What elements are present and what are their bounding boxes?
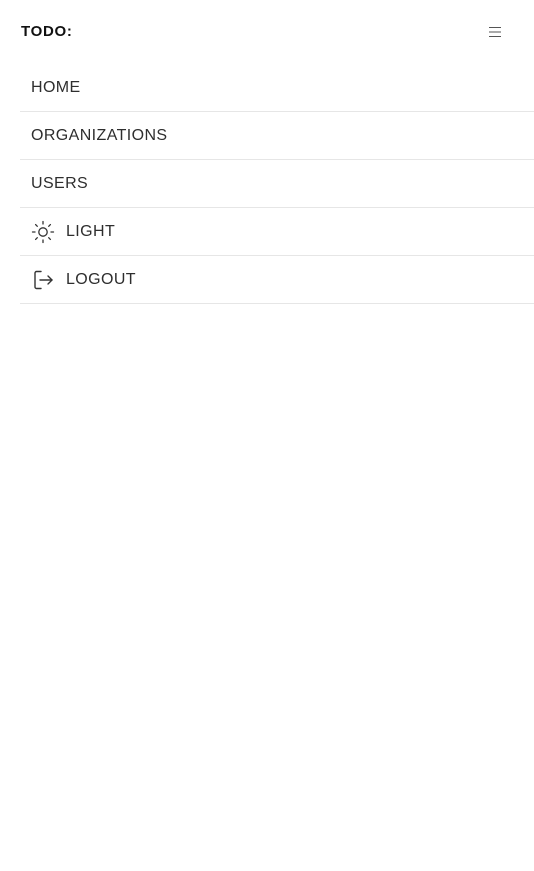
hamburger-menu-icon[interactable]	[485, 24, 505, 40]
brand-title[interactable]: TODO:	[21, 23, 73, 41]
nav-item-label: LOGOUT	[66, 270, 136, 288]
nav-item-label: HOME	[31, 78, 81, 96]
sun-icon	[31, 220, 55, 244]
app-header: TODO:	[20, 0, 514, 64]
nav-item-organizations[interactable]: ORGANIZATIONS	[20, 112, 534, 160]
nav-item-label: ORGANIZATIONS	[31, 126, 168, 144]
nav-item-label: LIGHT	[66, 222, 116, 240]
nav-item-theme-light[interactable]: LIGHT	[20, 208, 534, 256]
nav-item-label: USERS	[31, 174, 89, 192]
nav-menu: HOME ORGANIZATIONS USERS LIGHT LOGOUT	[20, 64, 534, 304]
nav-item-home[interactable]: HOME	[20, 64, 534, 112]
nav-item-logout[interactable]: LOGOUT	[20, 256, 534, 304]
nav-item-users[interactable]: USERS	[20, 160, 534, 208]
logout-icon	[31, 268, 55, 292]
